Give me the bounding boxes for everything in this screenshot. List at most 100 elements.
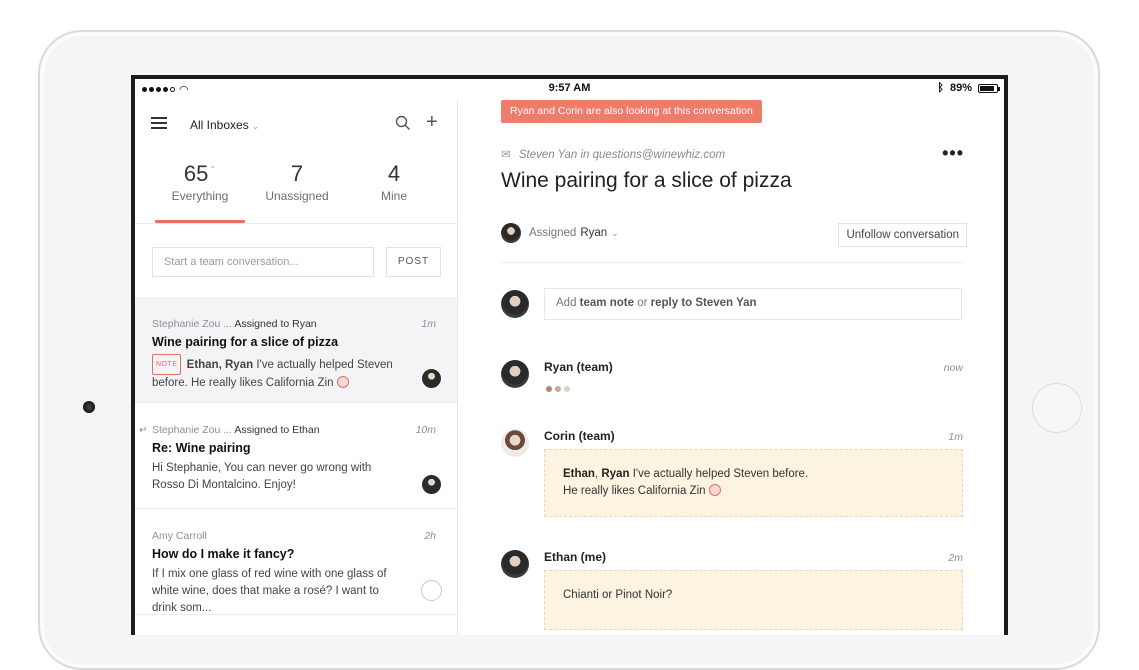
presence-banner: Ryan and Corin are also looking at this … bbox=[501, 100, 762, 123]
stat-unassigned-label: Unassigned bbox=[265, 189, 329, 203]
avatar bbox=[501, 360, 529, 388]
conversation-time: 2h bbox=[424, 530, 436, 542]
stat-everything[interactable]: 65⌄ Everything bbox=[150, 161, 250, 203]
reply-arrow-icon: ↵ bbox=[139, 425, 148, 436]
unfollow-button[interactable]: Unfollow conversation bbox=[838, 223, 967, 247]
stat-everything-label: Everything bbox=[171, 189, 229, 203]
note-separator: , bbox=[594, 468, 599, 480]
note-mention: Ethan bbox=[563, 468, 595, 480]
note-text: I've actually helped Steven before. bbox=[632, 468, 809, 480]
battery-percent: 89% bbox=[949, 82, 972, 94]
message-time: now bbox=[943, 362, 963, 374]
from-line: ✉ Steven Yan in questions@winewhiz.com bbox=[501, 147, 725, 161]
post-button[interactable]: POST bbox=[386, 247, 441, 277]
status-time: 9:57 AM bbox=[548, 82, 591, 94]
stat-unassigned[interactable]: 7 Unassigned bbox=[247, 161, 347, 203]
chevron-down-icon: ⌄ bbox=[251, 121, 260, 131]
note-text: He really likes California Zin bbox=[563, 485, 706, 497]
plus-icon[interactable]: + bbox=[426, 112, 438, 132]
message-ethan: Ethan (me) 2m Chianti or Pinot Noir? bbox=[501, 550, 963, 635]
app-screen: ◠ 9:57 AM ᛒ 89% All Inboxes ⌄ + 65⌄ Ever… bbox=[135, 79, 1004, 635]
avatar bbox=[421, 368, 442, 389]
camera bbox=[83, 401, 95, 413]
assigned-prefix: Assigned bbox=[529, 227, 577, 239]
assigned-name: Ryan bbox=[580, 227, 608, 239]
from-email: questions@winewhiz.com bbox=[592, 149, 726, 161]
bluetooth-icon: ᛒ bbox=[937, 82, 944, 94]
search-icon[interactable] bbox=[395, 115, 411, 131]
conversation-preview: If I mix one glass of red wine with one … bbox=[152, 568, 387, 614]
message-author: Corin (team) bbox=[544, 429, 615, 443]
message-corin: Corin (team) 1m Ethan, Ryan I've actuall… bbox=[501, 429, 963, 539]
avatar bbox=[501, 223, 521, 243]
conversation-sender: Stephanie Zou ... bbox=[152, 318, 232, 330]
avatar bbox=[421, 580, 442, 601]
conversation-sender: Amy Carroll bbox=[152, 530, 207, 542]
conversation-time: 1m bbox=[421, 318, 436, 330]
message-time: 2m bbox=[948, 552, 963, 564]
home-button[interactable] bbox=[1032, 383, 1082, 433]
conversation-preview: NOTE Ethan, Ryan I've actually helped St… bbox=[152, 354, 402, 392]
note-text: Chianti or Pinot Noir? bbox=[563, 589, 673, 601]
message-ryan: Ryan (team) now bbox=[501, 360, 963, 410]
stat-mine[interactable]: 4 Mine bbox=[344, 161, 444, 203]
conversation-detail-pane: Ryan and Corin are also looking at this … bbox=[459, 99, 1004, 635]
avatar bbox=[501, 429, 529, 457]
note-mention: Ryan bbox=[601, 468, 630, 480]
more-icon[interactable]: ••• bbox=[942, 143, 964, 164]
battery-icon bbox=[978, 83, 1000, 93]
emoji-icon bbox=[708, 484, 721, 496]
mail-icon: ✉ bbox=[501, 149, 511, 161]
message-author: Ryan (team) bbox=[544, 360, 613, 374]
assignee-selector[interactable]: Assigned Ryan ⌄ bbox=[501, 223, 619, 243]
team-note: Ethan, Ryan I've actually helped Steven … bbox=[544, 449, 963, 517]
inbox-selector[interactable]: All Inboxes ⌄ bbox=[190, 118, 259, 132]
conversation-meta: Stephanie Zou ... Assigned to Ethan bbox=[152, 424, 320, 436]
reply-to: reply to Steven Yan bbox=[650, 297, 757, 309]
stat-mine-label: Mine bbox=[380, 189, 407, 203]
conversation-preview: Hi Stephanie, You can never go wrong wit… bbox=[152, 462, 372, 491]
conversation-list: Stephanie Zou ... Assigned to Ryan 1m Wi… bbox=[135, 297, 457, 615]
stat-unassigned-count: 7 bbox=[290, 161, 304, 186]
menu-icon[interactable] bbox=[151, 117, 167, 129]
chevron-down-icon: ⌄ bbox=[611, 227, 619, 238]
status-bar: ◠ 9:57 AM ᛒ 89% bbox=[135, 79, 1004, 99]
preview-mentions: Ethan, Ryan bbox=[186, 359, 254, 371]
conversation-subject: How do I make it fancy? bbox=[152, 547, 295, 561]
conversation-item[interactable]: ↵ Stephanie Zou ... Assigned to Ethan 10… bbox=[135, 403, 457, 509]
emoji-icon bbox=[336, 376, 349, 388]
avatar bbox=[501, 550, 529, 578]
conversation-assignment: Assigned to Ethan bbox=[234, 424, 320, 436]
conversation-title: Wine pairing for a slice of pizza bbox=[501, 169, 792, 192]
inbox-selector-label: All Inboxes bbox=[190, 118, 249, 132]
chevron-down-icon: ⌄ bbox=[209, 161, 217, 170]
from-in: in bbox=[580, 149, 590, 161]
conversation-item[interactable]: Stephanie Zou ... Assigned to Ryan 1m Wi… bbox=[135, 297, 457, 403]
reply-team-note: team note bbox=[579, 297, 634, 309]
team-note: Chianti or Pinot Noir? bbox=[544, 570, 963, 630]
conversation-sender: Stephanie Zou ... bbox=[152, 424, 232, 436]
conversation-time: 10m bbox=[415, 424, 436, 436]
conversation-assignment: Assigned to Ryan bbox=[234, 318, 317, 330]
avatar bbox=[501, 290, 529, 318]
conversation-item[interactable]: Amy Carroll 2h How do I make it fancy? I… bbox=[135, 509, 457, 615]
stat-everything-count: 65 bbox=[183, 161, 209, 186]
conversation-subject: Re: Wine pairing bbox=[152, 441, 251, 455]
device-screen: ◠ 9:57 AM ᛒ 89% All Inboxes ⌄ + 65⌄ Ever… bbox=[131, 75, 1008, 635]
team-conversation-input[interactable]: Start a team conversation... bbox=[152, 247, 374, 277]
divider bbox=[501, 262, 963, 263]
from-name: Steven Yan bbox=[518, 149, 578, 161]
conversation-meta: Stephanie Zou ... Assigned to Ryan bbox=[152, 318, 317, 330]
reply-input[interactable]: Add team note or reply to Steven Yan bbox=[544, 288, 962, 320]
inbox-stats: 65⌄ Everything 7 Unassigned 4 Mine bbox=[135, 149, 457, 224]
typing-indicator bbox=[546, 386, 570, 392]
note-tag: NOTE bbox=[152, 354, 182, 375]
message-time: 1m bbox=[948, 431, 963, 443]
avatar bbox=[421, 474, 442, 495]
active-tab-indicator bbox=[155, 220, 245, 223]
reply-or: or bbox=[637, 297, 648, 309]
list-topbar: All Inboxes ⌄ + bbox=[135, 99, 457, 149]
conversation-list-pane: All Inboxes ⌄ + 65⌄ Everything 7 Unassign… bbox=[135, 99, 458, 635]
message-author: Ethan (me) bbox=[544, 550, 607, 564]
stat-mine-count: 4 bbox=[387, 161, 401, 186]
